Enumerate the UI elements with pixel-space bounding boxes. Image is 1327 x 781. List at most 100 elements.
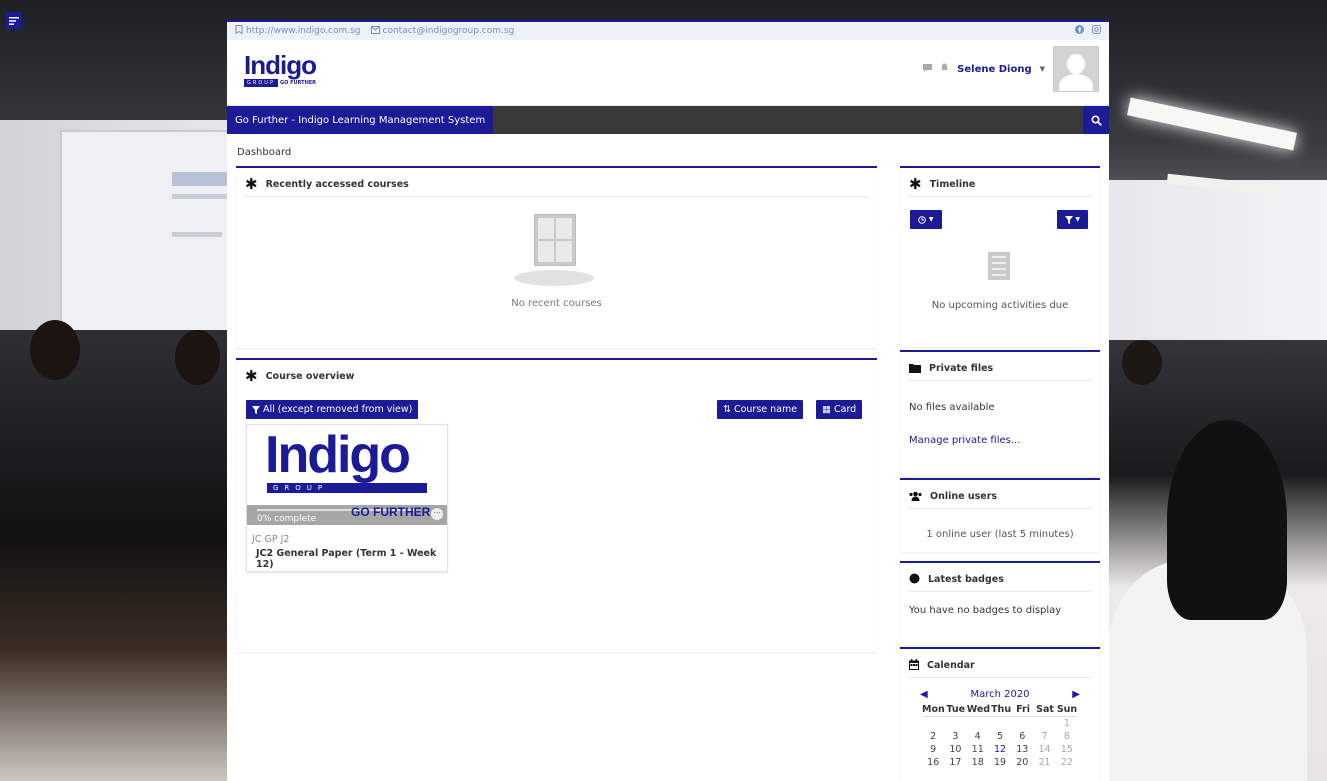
email-text: contact@indigogroup.com.sg <box>382 26 515 36</box>
calendar-day[interactable]: 22 <box>1056 756 1078 769</box>
filter-icon <box>1064 215 1073 224</box>
files-empty-text: No files available <box>909 402 995 413</box>
block-title: Online users <box>930 490 998 502</box>
day-name: Thu <box>991 704 1012 715</box>
drawer-toggle-button[interactable] <box>6 12 22 29</box>
calendar-day[interactable]: 13 <box>1011 743 1033 756</box>
day-name: Sun <box>1056 704 1078 715</box>
folder-icon <box>909 362 921 374</box>
page-container: http://www.indigo.com.sg contact@indigog… <box>227 20 1109 781</box>
calendar-day[interactable]: 1 <box>1056 717 1078 730</box>
block-title: Recently accessed courses <box>265 178 409 190</box>
asterisk-icon: ✱ <box>245 367 258 385</box>
badge-icon <box>909 573 920 585</box>
calendar-day[interactable]: 16 <box>922 756 944 769</box>
calendar-day[interactable]: 9 <box>922 743 944 756</box>
calendar-block: Calendar ◀ March 2020 ▶ Mon Tue Wed Thu … <box>900 647 1100 781</box>
calendar-day[interactable]: 11 <box>967 743 989 756</box>
calendar-day[interactable]: 4 <box>967 730 989 743</box>
clock-icon <box>918 215 926 224</box>
course-card[interactable]: Indigo GROUP GO FURTHER 0% complete ⋯ JC… <box>246 424 448 572</box>
block-title: Timeline <box>929 178 976 190</box>
chevron-down-icon: ▼ <box>928 216 934 223</box>
website-link[interactable]: http://www.indigo.com.sg <box>235 25 361 37</box>
block-title: Latest badges <box>928 573 1004 585</box>
calendar-month-link[interactable]: March 2020 <box>970 689 1029 700</box>
calendar-day[interactable]: 18 <box>967 756 989 769</box>
latest-badges-block: Latest badges You have no badges to disp… <box>900 561 1100 645</box>
more-options-icon[interactable]: ⋯ <box>431 508 443 520</box>
view-label: Card <box>833 404 857 415</box>
notifications-icon[interactable] <box>940 63 949 75</box>
next-month-arrow-icon[interactable]: ▶ <box>1072 689 1080 700</box>
sort-dropdown[interactable]: ⇅ Course name <box>717 400 804 419</box>
timeline-date-dropdown[interactable]: ▼ <box>910 210 942 229</box>
email-link[interactable]: contact@indigogroup.com.sg <box>370 25 515 37</box>
day-name: Mon <box>922 704 945 715</box>
empty-message: No recent courses <box>511 298 602 309</box>
indigo-logo[interactable]: Indigo GROUP GO FURTHER <box>244 52 317 87</box>
calendar-day[interactable]: 8 <box>1056 730 1078 743</box>
day-name: Sat <box>1036 704 1054 715</box>
grid-icon: ▦ <box>822 404 831 415</box>
search-button[interactable] <box>1083 106 1109 134</box>
user-name[interactable]: Selene Diong <box>957 64 1031 75</box>
website-text: http://www.indigo.com.sg <box>246 26 361 36</box>
calendar-day[interactable]: 6 <box>1011 730 1033 743</box>
course-category: JC GP J2 <box>252 534 290 545</box>
calendar-week: 1 <box>922 717 1078 730</box>
envelope-icon <box>370 25 380 37</box>
chevron-down-icon[interactable]: ▼ <box>1040 65 1045 73</box>
course-image[interactable]: Indigo GROUP <box>247 425 447 507</box>
site-header: Indigo GROUP GO FURTHER Selene Diong ▼ <box>227 40 1109 106</box>
calendar-day[interactable]: 17 <box>944 756 966 769</box>
chevron-down-icon: ▼ <box>1075 216 1080 223</box>
calendar-day[interactable]: 14 <box>1033 743 1055 756</box>
calendar-day[interactable]: 10 <box>944 743 966 756</box>
course-name-link[interactable]: JC2 General Paper (Term 1 - Week 12) <box>256 548 447 570</box>
timeline-sort-dropdown[interactable]: ▼ <box>1056 210 1088 229</box>
calendar-day-today[interactable]: 12 <box>989 743 1011 756</box>
manage-files-link[interactable]: Manage private files... <box>909 435 1020 446</box>
calendar-day[interactable]: 3 <box>944 730 966 743</box>
site-name-link[interactable]: Go Further - Indigo Learning Management … <box>227 106 494 134</box>
messages-icon[interactable] <box>923 63 933 75</box>
day-name: Wed <box>966 704 991 715</box>
private-files-block: Private files No files available Manage … <box>900 350 1100 476</box>
sort-icon: ⇅ <box>723 404 731 415</box>
previous-month-arrow-icon[interactable]: ◀ <box>920 689 928 700</box>
calendar-week: 2345678 <box>922 730 1078 743</box>
calendar-day[interactable]: 5 <box>989 730 1011 743</box>
day-names-row: Mon Tue Wed Thu Fri Sat Sun <box>922 703 1078 717</box>
avatar[interactable] <box>1053 46 1099 92</box>
sort-label: Course name <box>733 404 798 415</box>
empty-courses-icon <box>514 214 594 286</box>
badges-text: You have no badges to display <box>909 605 1062 616</box>
bookmark-icon <box>235 25 243 37</box>
calendar-day[interactable]: 7 <box>1033 730 1055 743</box>
calendar-day[interactable]: 19 <box>989 756 1011 769</box>
calendar-week: 16 17 18 19 20 21 22 <box>922 756 1078 769</box>
navbar: Go Further - Indigo Learning Management … <box>227 106 1109 134</box>
instagram-icon[interactable] <box>1092 25 1101 37</box>
grouping-filter-dropdown[interactable]: All (except removed from view) <box>246 400 419 419</box>
view-dropdown[interactable]: ▦ Card <box>816 400 863 419</box>
calendar-day[interactable]: 2 <box>922 730 944 743</box>
online-users-block: Online users 1 online user (last 5 minut… <box>900 478 1100 552</box>
calendar-day[interactable]: 20 <box>1011 756 1033 769</box>
breadcrumb[interactable]: Dashboard <box>237 147 291 158</box>
users-icon <box>909 490 922 502</box>
course-overview-block: ✱ Course overview All (except removed fro… <box>236 358 877 652</box>
calendar-day[interactable]: 21 <box>1033 756 1055 769</box>
block-title: Course overview <box>265 370 355 382</box>
calendar-day[interactable]: 15 <box>1056 743 1078 756</box>
calendar-week: 9 10 11 12 13 14 15 <box>922 743 1078 756</box>
block-title: Private files <box>929 362 994 374</box>
calendar-icon <box>909 659 919 671</box>
facebook-icon[interactable] <box>1075 25 1084 37</box>
empty-message: No upcoming activities due <box>931 300 1069 311</box>
search-icon <box>1090 114 1102 126</box>
empty-timeline-icon <box>988 252 1010 280</box>
filter-icon <box>252 405 260 414</box>
user-menu[interactable]: Selene Diong ▼ <box>923 46 1099 92</box>
